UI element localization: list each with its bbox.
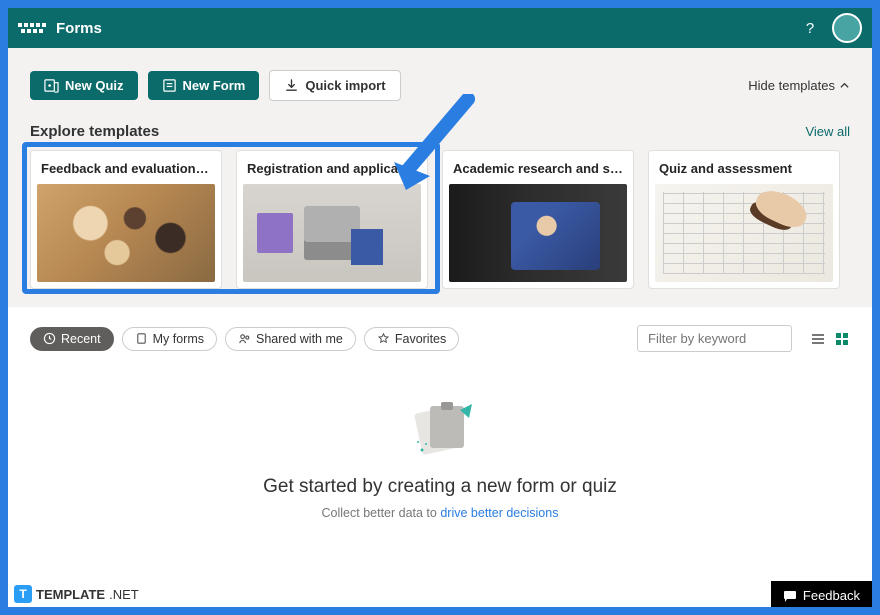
document-icon	[135, 332, 148, 345]
tab-recent-label: Recent	[61, 332, 101, 346]
template-thumbnail	[655, 184, 833, 282]
hide-templates-label: Hide templates	[748, 78, 835, 93]
app-launcher-icon[interactable]	[18, 14, 46, 42]
new-quiz-label: New Quiz	[65, 78, 124, 93]
tab-favorites-label: Favorites	[395, 332, 446, 346]
hide-templates-toggle[interactable]: Hide templates	[748, 78, 850, 93]
import-icon	[284, 78, 299, 93]
filter-input[interactable]	[637, 325, 792, 352]
template-thumbnail	[37, 184, 215, 282]
templates-section: New Quiz New Form Quick import Hide temp…	[8, 48, 872, 307]
clock-icon	[43, 332, 56, 345]
form-icon	[162, 78, 177, 93]
template-card-feedback[interactable]: Feedback and evaluation su...	[30, 150, 222, 289]
chevron-up-icon	[839, 80, 850, 91]
quiz-icon	[44, 78, 59, 93]
watermark-logo-icon: T	[14, 585, 32, 603]
topbar: Forms ?	[8, 8, 872, 48]
avatar[interactable]	[832, 13, 862, 43]
star-icon	[377, 332, 390, 345]
watermark: T TEMPLATE .NET	[14, 585, 139, 603]
feedback-label: Feedback	[803, 588, 860, 603]
tab-my-forms[interactable]: My forms	[122, 327, 217, 351]
template-thumbnail	[243, 184, 421, 282]
template-card-title: Academic research and study	[443, 151, 633, 184]
tab-my-forms-label: My forms	[153, 332, 204, 346]
explore-templates-title: Explore templates	[30, 123, 159, 140]
template-card-quiz[interactable]: Quiz and assessment	[648, 150, 840, 289]
empty-illustration-icon	[400, 392, 480, 462]
app-title: Forms	[56, 20, 102, 37]
chat-icon	[783, 589, 797, 603]
forms-list-section: Recent My forms Shared with me Favorites	[8, 307, 872, 607]
list-view-icon[interactable]	[810, 331, 826, 347]
view-all-link[interactable]: View all	[805, 124, 850, 139]
watermark-suffix: .NET	[109, 587, 139, 602]
new-form-button[interactable]: New Form	[148, 71, 260, 100]
watermark-brand: TEMPLATE	[36, 587, 105, 602]
grid-view-icon[interactable]	[834, 331, 850, 347]
empty-subtitle: Collect better data to drive better deci…	[30, 506, 850, 520]
template-thumbnail	[449, 184, 627, 282]
new-form-label: New Form	[183, 78, 246, 93]
template-card-title: Feedback and evaluation su...	[31, 151, 221, 184]
empty-link[interactable]: drive better decisions	[440, 506, 558, 520]
people-icon	[238, 332, 251, 345]
empty-title: Get started by creating a new form or qu…	[30, 476, 850, 498]
tab-favorites[interactable]: Favorites	[364, 327, 459, 351]
tab-shared-label: Shared with me	[256, 332, 343, 346]
empty-state: Get started by creating a new form or qu…	[30, 392, 850, 520]
tab-recent[interactable]: Recent	[30, 327, 114, 351]
feedback-button[interactable]: Feedback	[771, 581, 872, 607]
tab-shared[interactable]: Shared with me	[225, 327, 356, 351]
template-card-academic[interactable]: Academic research and study	[442, 150, 634, 289]
help-icon[interactable]: ?	[796, 14, 824, 42]
template-card-registration[interactable]: Registration and application...	[236, 150, 428, 289]
new-quiz-button[interactable]: New Quiz	[30, 71, 138, 100]
quick-import-label: Quick import	[305, 78, 385, 93]
quick-import-button[interactable]: Quick import	[269, 70, 400, 101]
template-card-title: Registration and application...	[237, 151, 427, 184]
template-card-title: Quiz and assessment	[649, 151, 839, 184]
